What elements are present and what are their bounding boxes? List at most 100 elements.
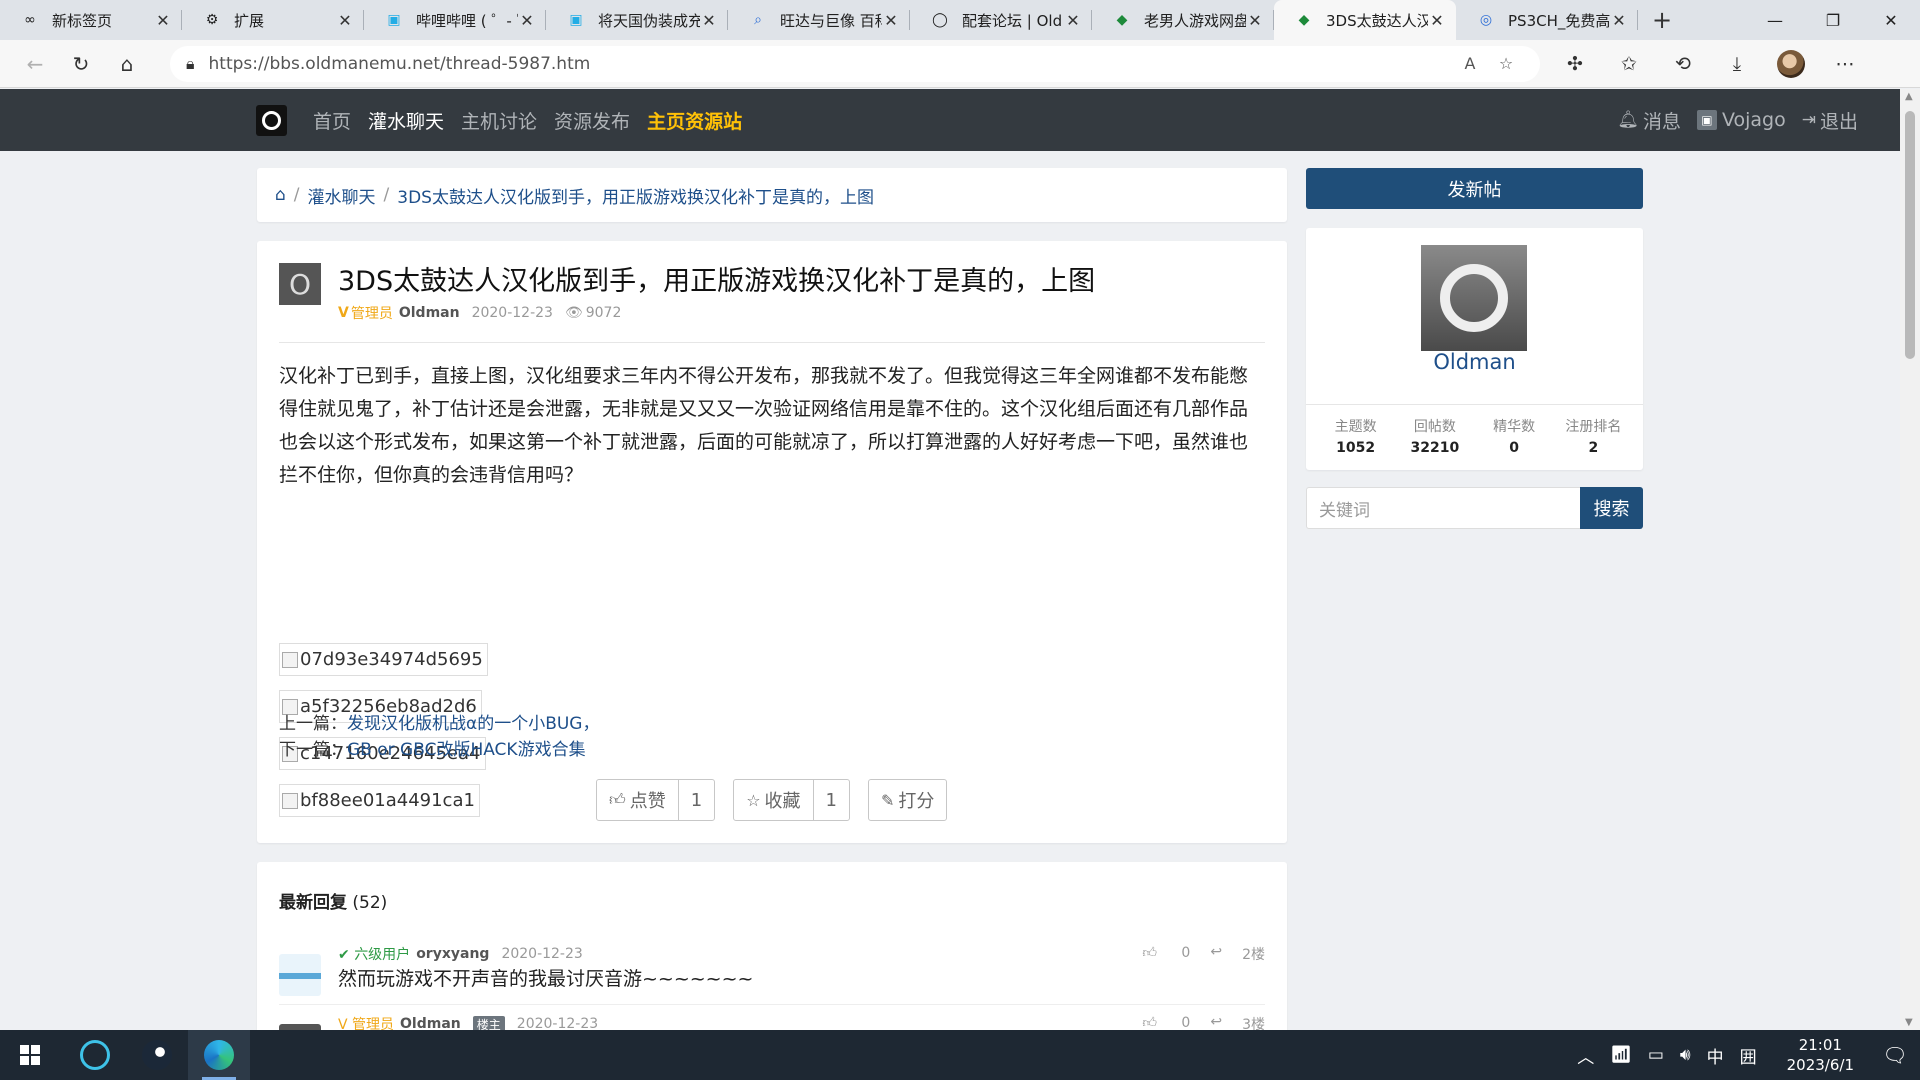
like-label: 点赞: [629, 791, 666, 812]
prev-label: 上一篇：: [279, 714, 347, 734]
close-tab-icon[interactable]: ✕: [336, 11, 354, 30]
url-field[interactable]: 🔒︎ https://bbs.oldmanemu.net/thread-5987…: [170, 45, 1540, 82]
close-tab-icon[interactable]: ✕: [700, 11, 718, 30]
nav-home[interactable]: 首页: [313, 107, 351, 134]
windows-start-icon[interactable]: [0, 1030, 60, 1080]
reply-avatar[interactable]: [279, 954, 321, 996]
page-scrollbar[interactable]: ▲ ▼: [1900, 89, 1920, 1030]
close-tab-icon[interactable]: ✕: [154, 11, 172, 30]
url-text: https://bbs.oldmanemu.net/thread-5987.ht…: [208, 53, 591, 74]
site-menu: 首页 灌水聊天 主机讨论 资源发布 主页资源站: [313, 89, 759, 151]
clock-date: 2023/6/1: [1786, 1056, 1854, 1074]
more-menu-icon[interactable]: ⋯: [1818, 50, 1872, 78]
search-button[interactable]: 搜索: [1580, 487, 1643, 529]
user-nav: 🔔︎ 消息 ▣ Vojago ⇥ 退出: [1601, 89, 1858, 151]
broken-image-icon: [282, 792, 298, 809]
ime-layout-icon[interactable]: 囲: [1740, 1043, 1757, 1068]
favorite-label: 收藏: [764, 791, 801, 812]
extensions-icon[interactable]: ✣: [1548, 50, 1602, 78]
search-input[interactable]: 关键词: [1306, 487, 1580, 529]
restore-icon[interactable]: ❐: [1804, 0, 1862, 40]
user-level: ✔ 六级用户: [338, 947, 411, 963]
steam-app-icon[interactable]: [126, 1030, 188, 1080]
cortana-app-icon[interactable]: [64, 1030, 126, 1080]
breadcrumb-section[interactable]: 灌水聊天: [308, 183, 376, 208]
browser-tab[interactable]: ▣ 哔哩哔哩 ( ゜- ゜✕: [364, 0, 546, 40]
reply-text: 然而玩游戏不开声音的我最讨厌音游~~~~~~~: [338, 968, 754, 990]
site-logo[interactable]: [256, 105, 287, 136]
network-icon[interactable]: 📶︎: [1610, 1045, 1632, 1065]
profile-name[interactable]: Oldman: [1306, 350, 1643, 374]
reply-like[interactable]: 👍︎ 0: [1142, 944, 1190, 964]
favorite-button[interactable]: ☆ 收藏 1: [733, 779, 850, 821]
broken-image[interactable]: bf88ee01a4491ca1: [279, 784, 480, 817]
browser-tab[interactable]: ◎ PS3CH_免费高 ✕: [1456, 0, 1638, 40]
profile-avatar[interactable]: [1764, 49, 1818, 78]
downloads-icon[interactable]: ⤓: [1710, 50, 1764, 78]
rate-button[interactable]: ✎ 打分: [867, 779, 948, 821]
logout-link[interactable]: ⇥ 退出: [1802, 107, 1858, 134]
close-tab-icon[interactable]: ✕: [1610, 11, 1628, 30]
author-name[interactable]: Oldman: [399, 305, 460, 321]
tab-favicon-icon: ◆: [1116, 12, 1128, 28]
taskbar-clock[interactable]: 21:01 2023/6/1: [1787, 1035, 1854, 1075]
broken-image[interactable]: 07d93e34974d5695: [279, 643, 488, 676]
minimize-icon[interactable]: —: [1746, 0, 1804, 40]
next-thread-link[interactable]: GB or GBC改版HACK游戏合集: [347, 740, 586, 760]
browser-tab[interactable]: ⌕ 旺达与巨像 百科 ✕: [728, 0, 910, 40]
battery-icon[interactable]: ▭: [1648, 1045, 1664, 1065]
breadcrumb-separator: /: [293, 185, 300, 205]
prev-next-links: 上一篇：发现汉化版机战α的一个小BUG， 下一篇：GB or GBC改版HACK…: [279, 711, 599, 763]
home-crumb-icon[interactable]: ⌂: [275, 185, 286, 205]
browser-tab[interactable]: ◆ 老男人游戏网盘 ✕: [1092, 0, 1274, 40]
home-icon[interactable]: ⌂: [104, 46, 150, 82]
nav-resources[interactable]: 资源发布: [554, 107, 630, 134]
back-arrow-icon[interactable]: ←: [12, 46, 58, 82]
add-favorite-icon[interactable]: ☆: [1488, 54, 1524, 73]
notification-icon[interactable]: 🗨︎: [1870, 1043, 1920, 1067]
tag-icon: ✎: [880, 790, 895, 810]
tab-title: 老男人游戏网盘: [1144, 11, 1246, 30]
breadcrumb-thread[interactable]: 3DS太鼓达人汉化版到手，用正版游戏换汉化补丁是真的，上图: [397, 183, 874, 208]
author-large-avatar[interactable]: [1421, 245, 1527, 351]
user-link[interactable]: ▣ Vojago: [1696, 109, 1786, 131]
author-avatar[interactable]: O: [279, 263, 321, 305]
scrollbar-thumb[interactable]: [1905, 111, 1915, 359]
like-button[interactable]: 👍︎ 点赞 1: [596, 779, 716, 821]
browser-tab[interactable]: ∞ 新标签页 ✕: [0, 0, 182, 40]
browser-tab[interactable]: ⚙ 扩展 ✕: [182, 0, 364, 40]
close-tab-icon[interactable]: ✕: [518, 11, 536, 30]
messages-link[interactable]: 🔔︎ 消息: [1617, 107, 1681, 134]
scroll-up-icon[interactable]: ▲: [1905, 91, 1913, 102]
edge-app-icon[interactable]: [188, 1030, 250, 1080]
nav-resource-site[interactable]: 主页资源站: [647, 107, 742, 134]
scroll-down-icon[interactable]: ▼: [1905, 1017, 1913, 1028]
close-tab-icon[interactable]: ✕: [1064, 11, 1082, 30]
nav-chat[interactable]: 灌水聊天: [368, 107, 444, 134]
reply-username[interactable]: oryxyang: [416, 946, 489, 962]
divider: [279, 1004, 1265, 1005]
prev-thread-link[interactable]: 发现汉化版机战α的一个小BUG，: [347, 714, 599, 734]
read-aloud-icon[interactable]: A: [1452, 54, 1488, 73]
window-controls: — ❐ ✕: [1746, 0, 1920, 40]
close-tab-icon[interactable]: ✕: [1428, 11, 1446, 30]
reply-arrow-icon[interactable]: ↩: [1210, 944, 1222, 964]
reply-meta: ✔ 六级用户 oryxyang 2020-12-23: [338, 944, 583, 964]
favorites-icon[interactable]: ✩: [1602, 50, 1656, 78]
close-window-icon[interactable]: ✕: [1862, 0, 1920, 40]
browser-tab[interactable]: ◯ 配套论坛 | Old ✕: [910, 0, 1092, 40]
close-tab-icon[interactable]: ✕: [882, 11, 900, 30]
tab-title: 新标签页: [52, 11, 113, 30]
volume-icon[interactable]: 🔊︎: [1680, 1045, 1691, 1065]
ime-mode[interactable]: 中: [1707, 1043, 1724, 1068]
tab-title: 扩展: [234, 11, 265, 30]
new-tab-button[interactable]: +: [1638, 0, 1686, 40]
reload-icon[interactable]: ↻: [58, 46, 104, 82]
browser-tab[interactable]: ▣ 将天国伪装成充 ✕: [546, 0, 728, 40]
close-tab-icon[interactable]: ✕: [1246, 11, 1264, 30]
chevron-up-icon[interactable]: ︿: [1577, 1043, 1594, 1068]
history-icon[interactable]: ⟲: [1656, 50, 1710, 78]
new-post-button[interactable]: 发新帖: [1306, 168, 1643, 209]
nav-console[interactable]: 主机讨论: [461, 107, 537, 134]
browser-tab-active[interactable]: ◆ 3DS太鼓达人汉 ✕: [1274, 0, 1456, 40]
